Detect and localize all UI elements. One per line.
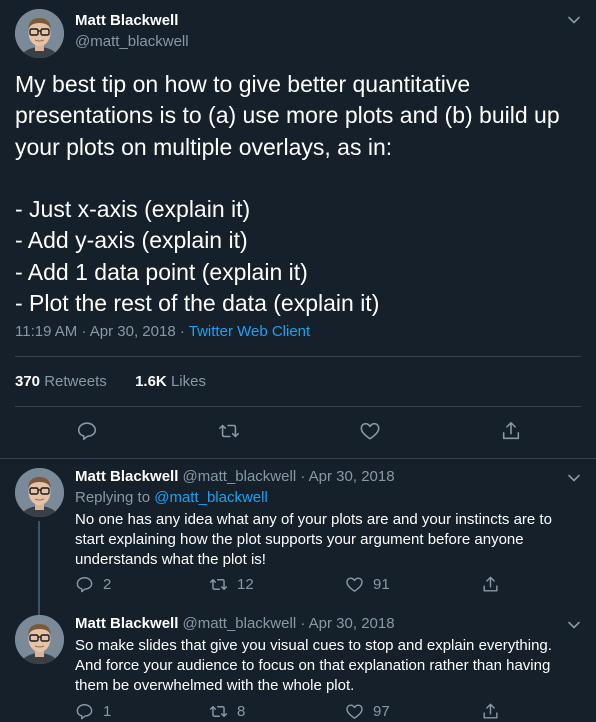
retweet-count: 12 [237,576,254,593]
meta-separator: · [179,323,185,340]
reply-author-name[interactable]: Matt Blackwell [75,468,178,485]
likes-count: 1.6K [135,373,167,390]
tweet-text-line: presentations is to (a) use more plots a… [15,102,560,129]
reply-date[interactable]: Apr 30, 2018 [309,468,395,485]
likes-label: Likes [170,373,206,390]
author-name[interactable]: Matt Blackwell [75,12,178,29]
tweet-stats: 370 Retweets 1.6K Likes [15,373,206,390]
share-icon [481,575,500,594]
heart-icon[interactable] [359,420,381,442]
retweet-count: 8 [237,703,246,720]
reply-text: So make slides that give you visual cues… [75,636,575,696]
tweet-text-line: - Add 1 data point (explain it) [15,258,308,285]
reply-avatar[interactable] [15,615,64,664]
reply-icon [75,702,94,721]
meta-separator: · [300,468,306,485]
tweet-client-link[interactable]: Twitter Web Client [189,323,310,340]
author-avatar[interactable] [15,9,64,58]
likes-stat[interactable]: 1.6K Likes [135,373,206,390]
replying-to-label: Replying to [75,489,151,506]
divider [0,458,596,459]
tweet-date[interactable]: Apr 30, 2018 [90,323,176,340]
reply-author-handle[interactable]: @matt_blackwell [183,615,297,632]
reply-date[interactable]: Apr 30, 2018 [309,615,395,632]
retweets-count: 370 [15,373,41,390]
chevron-down-icon[interactable] [564,468,584,488]
like-button[interactable]: 97 [345,702,390,721]
share-icon [481,702,500,721]
retweet-icon [209,575,228,594]
reply-avatar[interactable] [15,468,64,517]
retweet-button[interactable]: 12 [209,575,254,594]
tweet-text-line: your plots on multiple overlays, as in: [15,133,393,160]
author-handle[interactable]: @matt_blackwell [75,33,189,50]
retweet-icon[interactable] [218,420,240,442]
tweet-text-line [15,163,585,194]
reply-text-line: start explaining how the plot supports y… [75,531,524,548]
retweet-icon [209,702,228,721]
share-button[interactable] [481,702,509,721]
reply-author-name[interactable]: Matt Blackwell [75,615,178,632]
meta-separator: · [300,615,306,632]
heart-icon [345,702,364,721]
thread-connector [38,521,40,615]
reply-text-line: them be overwhelmed with the whole plot. [75,677,355,694]
reply-header: Matt Blackwell @matt_blackwell · Apr 30,… [75,615,395,632]
like-button[interactable]: 91 [345,575,390,594]
replying-to-handle[interactable]: @matt_blackwell [154,489,268,506]
like-count: 97 [373,703,390,720]
reply-header: Matt Blackwell @matt_blackwell · Apr 30,… [75,468,395,485]
reply-author-handle[interactable]: @matt_blackwell [183,468,297,485]
reply-button[interactable]: 1 [75,702,111,721]
reply-text-line: understands what the plot is! [75,551,266,568]
chevron-down-icon[interactable] [564,615,584,635]
reply-icon[interactable] [76,420,98,442]
divider [15,356,581,357]
like-count: 91 [373,576,390,593]
share-icon[interactable] [500,420,522,442]
replying-to: Replying to @matt_blackwell [75,489,268,506]
retweet-button[interactable]: 8 [209,702,245,721]
tweet-text-line: - Just x-axis (explain it) [15,196,251,223]
tweet-time[interactable]: 11:19 AM [15,323,77,340]
retweets-label: Retweets [44,373,107,390]
reply-text-line: No one has any idea what any of your plo… [75,511,552,528]
tweet-text-line: My best tip on how to give better quanti… [15,71,471,97]
divider [15,406,581,407]
tweet-timestamp: 11:19 AM · Apr 30, 2018 · Twitter Web Cl… [15,323,310,340]
reply-count: 1 [103,703,112,720]
reply-text: No one has any idea what any of your plo… [75,510,575,570]
meta-separator: · [81,323,87,340]
reply-text-line: So make slides that give you visual cues… [75,637,552,654]
heart-icon [345,575,364,594]
chevron-down-icon[interactable] [564,10,584,30]
tweet-text: My best tip on how to give better quanti… [15,69,585,319]
tweet-text-line: - Add y-axis (explain it) [15,227,248,254]
reply-text-line: And force your audience to focus on that… [75,657,551,674]
share-button[interactable] [481,575,509,594]
retweets-stat[interactable]: 370 Retweets [15,373,107,390]
reply-button[interactable]: 2 [75,575,111,594]
reply-icon [75,575,94,594]
reply-count: 2 [103,576,112,593]
tweet-text-line: - Plot the rest of the data (explain it) [15,290,380,317]
